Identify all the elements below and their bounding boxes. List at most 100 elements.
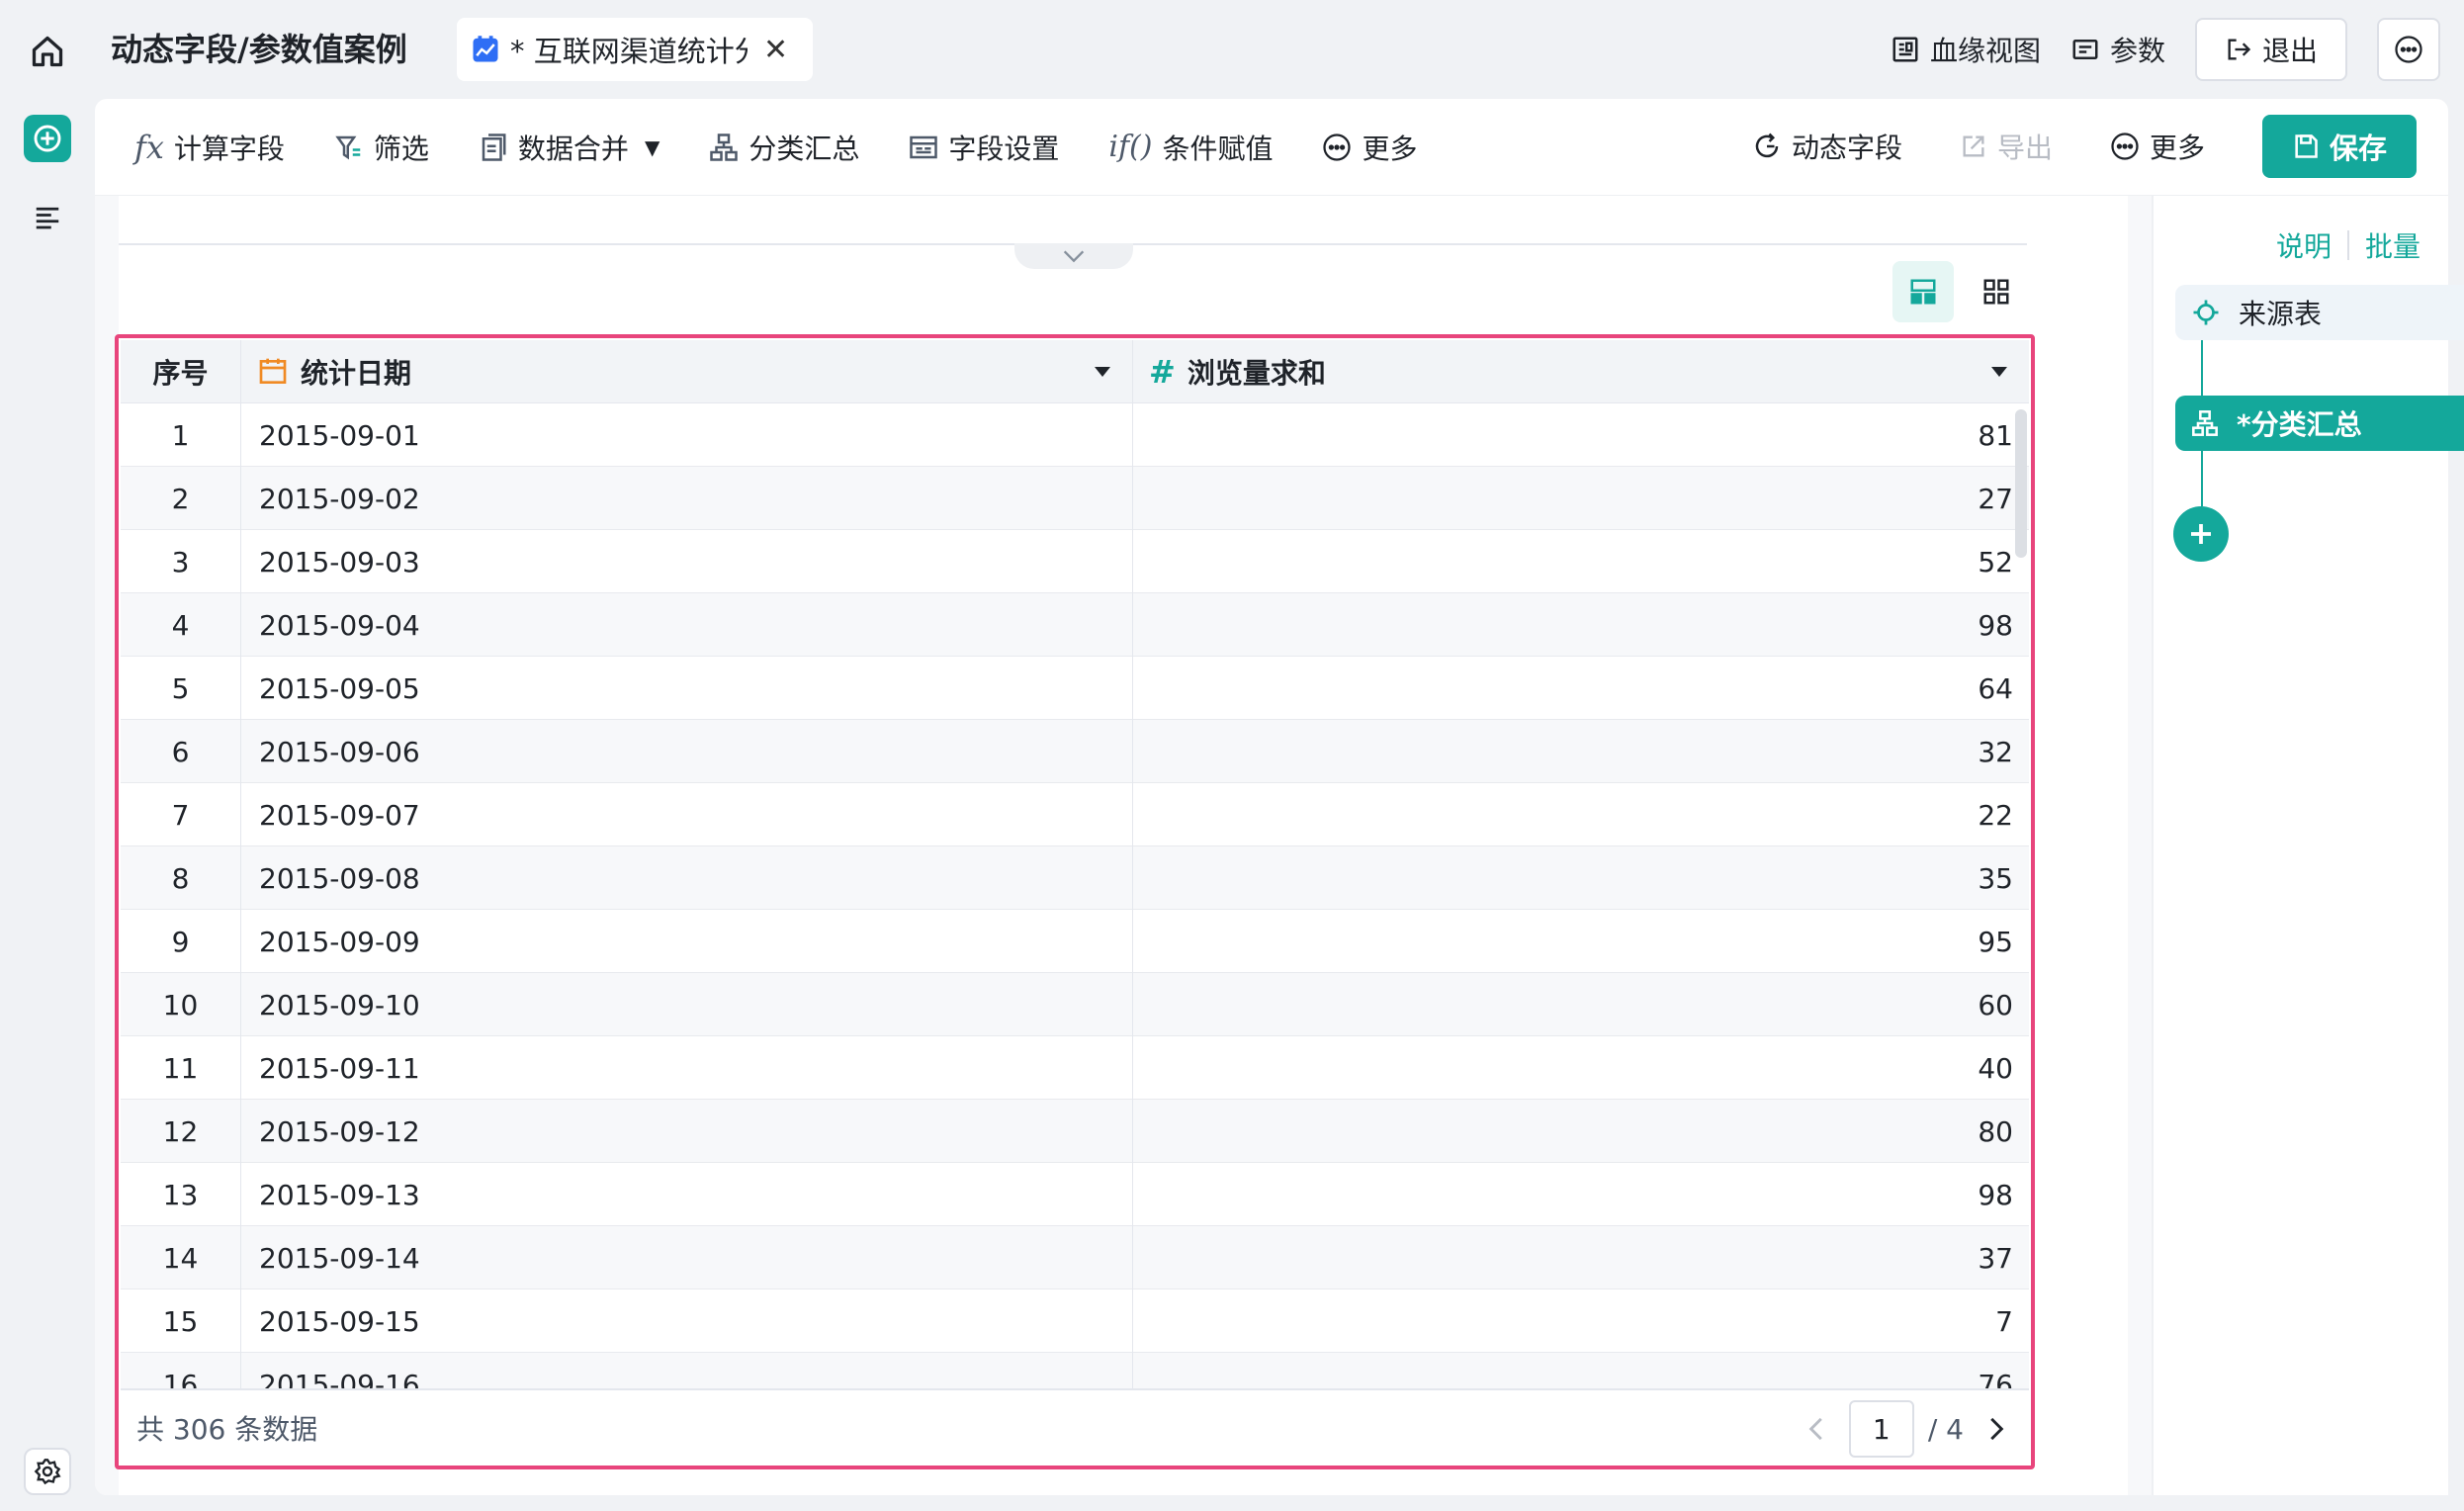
flow-node-group-summary[interactable]: *分类汇总 bbox=[2175, 396, 2464, 451]
cell-index: 3 bbox=[121, 530, 241, 593]
table-row[interactable]: 7 2015-09-07 22 bbox=[121, 783, 2029, 846]
cell-date: 2015-09-08 bbox=[241, 846, 1133, 910]
tab-active[interactable]: * 互联网渠道统计分 ✕ bbox=[457, 18, 813, 81]
more-circle-icon bbox=[2111, 133, 2139, 160]
page-input[interactable]: 1 bbox=[1848, 1400, 1914, 1458]
collapse-toggle[interactable] bbox=[1014, 243, 1133, 269]
dynamic-field-button[interactable]: 动态字段 bbox=[1752, 127, 1902, 166]
chart-tab-icon bbox=[473, 36, 498, 62]
table-footer: 共 306 条数据 1 / 4 bbox=[119, 1388, 2031, 1467]
cell-date: 2015-09-09 bbox=[241, 910, 1133, 973]
header-date[interactable]: 统计日期 bbox=[241, 340, 1133, 403]
cell-value: 35 bbox=[1978, 861, 2013, 895]
flow-connector bbox=[2201, 451, 2203, 506]
vertical-scrollbar[interactable] bbox=[2015, 409, 2027, 558]
cell-date: 2015-09-10 bbox=[241, 973, 1133, 1036]
lineage-view-button[interactable]: 血缘视图 bbox=[1891, 30, 2041, 69]
cell-date: 2015-09-01 bbox=[241, 403, 1133, 467]
more-tools-button[interactable]: 更多 bbox=[1322, 128, 1418, 167]
cell-date: 2015-09-03 bbox=[241, 530, 1133, 593]
merge-button[interactable]: 数据合并 ▼ bbox=[479, 128, 660, 167]
batch-link[interactable]: 批量 bbox=[2365, 225, 2420, 265]
cell-value: 80 bbox=[1978, 1114, 2013, 1148]
explain-link[interactable]: 说明 bbox=[2276, 225, 2332, 265]
cell-date: 2015-09-04 bbox=[241, 593, 1133, 657]
group-summary-label: 分类汇总 bbox=[748, 132, 860, 165]
table-view-button[interactable] bbox=[1892, 261, 1954, 322]
menu-list-button[interactable] bbox=[28, 198, 67, 237]
cell-index: 6 bbox=[121, 720, 241, 783]
more-circle-icon bbox=[2395, 36, 2422, 63]
filter-button[interactable]: 筛选 bbox=[334, 128, 429, 167]
add-icon bbox=[34, 125, 61, 152]
params-button[interactable]: 参数 bbox=[2070, 30, 2165, 69]
field-settings-label: 字段设置 bbox=[948, 132, 1060, 165]
prev-page-button[interactable] bbox=[1796, 1400, 1835, 1458]
toolbar: fx 计算字段 筛选 数据合并 ▼ 分类汇总 字段设置 if() 条件赋值 更多 bbox=[95, 99, 2448, 196]
merge-icon bbox=[482, 133, 506, 161]
cell-date: 2015-09-07 bbox=[241, 783, 1133, 846]
table-row[interactable]: 10 2015-09-10 60 bbox=[121, 973, 2029, 1036]
close-icon[interactable]: ✕ bbox=[763, 33, 788, 67]
more-menu-button[interactable] bbox=[2377, 18, 2440, 81]
save-button[interactable]: 保存 bbox=[2261, 115, 2417, 178]
top-bar: 动态字段/参数值案例 * 互联网渠道统计分 ✕ 血缘视图 参数 退出 bbox=[0, 0, 2464, 99]
group-node-icon bbox=[2192, 410, 2218, 436]
dynamic-field-icon bbox=[1755, 133, 1779, 158]
group-summary-button[interactable]: 分类汇总 bbox=[709, 128, 859, 167]
table-row[interactable]: 2 2015-09-02 27 bbox=[121, 467, 2029, 530]
dropdown-icon[interactable] bbox=[1089, 358, 1116, 386]
table-row[interactable]: 1 2015-09-01 81 bbox=[121, 403, 2029, 467]
home-button[interactable] bbox=[24, 30, 71, 73]
cell-index: 5 bbox=[121, 657, 241, 720]
cell-index: 10 bbox=[121, 973, 241, 1036]
cell-value: 98 bbox=[1978, 1178, 2013, 1211]
cell-date: 2015-09-14 bbox=[241, 1226, 1133, 1289]
header-date-label: 统计日期 bbox=[301, 357, 412, 390]
export-button[interactable]: 导出 bbox=[1960, 127, 2053, 166]
table-row[interactable]: 15 2015-09-15 7 bbox=[121, 1289, 2029, 1353]
settings-button[interactable] bbox=[24, 1448, 71, 1495]
conditional-label: 条件赋值 bbox=[1162, 132, 1274, 165]
add-button[interactable] bbox=[24, 115, 71, 162]
conditional-button[interactable]: if() 条件赋值 bbox=[1108, 128, 1273, 167]
cell-date: 2015-09-13 bbox=[241, 1163, 1133, 1226]
header-value-label: 浏览量求和 bbox=[1187, 357, 1326, 390]
more-right-button[interactable]: 更多 bbox=[2110, 127, 2205, 166]
grid-view-icon bbox=[1983, 279, 2009, 305]
table-row[interactable]: 16 2015-09-16 76 bbox=[121, 1353, 2029, 1388]
table-row[interactable]: 3 2015-09-03 52 bbox=[121, 530, 2029, 593]
calc-field-button[interactable]: fx 计算字段 bbox=[134, 128, 285, 167]
next-page-button[interactable] bbox=[1978, 1400, 2017, 1458]
add-step-button[interactable] bbox=[2173, 506, 2229, 562]
table-row[interactable]: 14 2015-09-14 37 bbox=[121, 1226, 2029, 1289]
table-row[interactable]: 5 2015-09-05 64 bbox=[121, 657, 2029, 720]
current-node-label: *分类汇总 bbox=[2237, 408, 2362, 441]
table-row[interactable]: 8 2015-09-08 35 bbox=[121, 846, 2029, 910]
left-rail bbox=[0, 99, 95, 1511]
table-row[interactable]: 12 2015-09-12 80 bbox=[121, 1100, 2029, 1163]
field-settings-button[interactable]: 字段设置 bbox=[909, 128, 1059, 167]
dropdown-icon[interactable] bbox=[1985, 358, 2013, 386]
table-row[interactable]: 6 2015-09-06 32 bbox=[121, 720, 2029, 783]
table-row[interactable]: 11 2015-09-11 40 bbox=[121, 1036, 2029, 1100]
cell-date: 2015-09-15 bbox=[241, 1289, 1133, 1353]
number-icon: # bbox=[1149, 353, 1176, 391]
grid-view-button[interactable] bbox=[1966, 261, 2027, 322]
table-row[interactable]: 13 2015-09-13 98 bbox=[121, 1163, 2029, 1226]
cell-index: 2 bbox=[121, 467, 241, 530]
table-row[interactable]: 9 2015-09-09 95 bbox=[121, 910, 2029, 973]
header-index: 序号 bbox=[121, 340, 241, 403]
exit-button[interactable]: 退出 bbox=[2194, 18, 2347, 81]
export-label: 导出 bbox=[1996, 132, 2053, 164]
save-label: 保存 bbox=[2329, 132, 2387, 165]
cell-value: 98 bbox=[1978, 608, 2013, 642]
table-row[interactable]: 4 2015-09-04 98 bbox=[121, 593, 2029, 657]
header-value[interactable]: # 浏览量求和 bbox=[1133, 340, 2029, 403]
flow-node-source[interactable]: 来源表 bbox=[2175, 285, 2464, 340]
filter-icon bbox=[335, 135, 361, 159]
fx-icon: fx bbox=[134, 128, 164, 166]
cell-value: 37 bbox=[1978, 1241, 2013, 1275]
params-icon bbox=[2072, 40, 2098, 59]
total-count: 共 306 条数据 bbox=[136, 1413, 318, 1446]
